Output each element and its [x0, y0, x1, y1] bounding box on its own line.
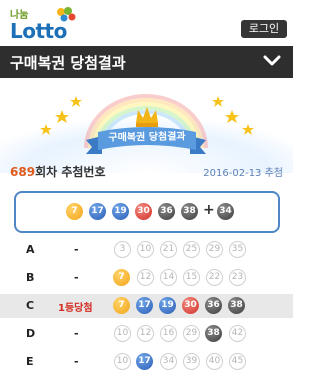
ticket-number: 42 [229, 325, 246, 342]
ticket-number-matched: 30 [182, 297, 199, 314]
ticket-number: 22 [206, 269, 223, 286]
lotto-logo[interactable]: 나눔 Lotto [10, 6, 80, 43]
winning-ball: 17 [89, 203, 106, 220]
winning-ball: 38 [181, 203, 198, 220]
ticket-number: 29 [183, 325, 200, 342]
clover-icon [57, 7, 76, 22]
ticket-number: 25 [183, 241, 200, 258]
draw-round-suffix: 회차 추첨번호 [35, 165, 106, 179]
ticket-row-d: D - 10 12 16 29 38 42 [0, 322, 293, 346]
ticket-label: A [26, 243, 35, 256]
ticket-number: 3 [114, 241, 131, 258]
winning-ball: 7 [66, 203, 83, 220]
ticket-number-matched: 7 [113, 297, 130, 314]
ticket-number: 12 [137, 325, 154, 342]
ticket-rank-winner: 1등당첨 [58, 303, 93, 314]
ticket-label: B [26, 271, 35, 284]
ticket-number-matched: 17 [136, 353, 153, 370]
ticket-number: 10 [137, 241, 154, 258]
ticket-number: 29 [206, 241, 223, 258]
ticket-number: 14 [160, 269, 177, 286]
ticket-number-matched: 7 [113, 269, 130, 286]
ticket-number: 45 [229, 353, 246, 370]
ticket-rank: - [74, 355, 79, 368]
ticket-row-b: B - 7 12 14 15 22 23 [0, 266, 293, 290]
ticket-number: 12 [137, 269, 154, 286]
winning-ball: 36 [158, 203, 175, 220]
ticket-number: 39 [183, 353, 200, 370]
ticket-number: 35 [229, 241, 246, 258]
winning-ball: 19 [112, 203, 129, 220]
ticket-number-matched: 38 [228, 297, 245, 314]
ticket-rank: - [74, 271, 79, 284]
chevron-down-icon[interactable] [263, 54, 281, 68]
page-title: 구매복권 당첨결과 [10, 54, 126, 72]
winning-ball: 30 [135, 203, 152, 220]
ticket-number: 34 [160, 353, 177, 370]
ticket-number: 15 [183, 269, 200, 286]
ticket-number: 10 [114, 353, 131, 370]
ticket-number: 10 [114, 325, 131, 342]
winning-numbers-box: 7 17 19 30 36 38 + 34 [14, 191, 280, 233]
ticket-number: 16 [160, 325, 177, 342]
ticket-number-matched: 17 [136, 297, 153, 314]
ticket-rank: - [74, 327, 79, 340]
ticket-label: D [26, 327, 36, 340]
draw-round: 689회차 추첨번호 [10, 163, 105, 180]
bonus-plus: + [203, 202, 215, 218]
draw-round-number: 689 [10, 165, 36, 179]
banner-caption: 구매복권 당첨결과 [108, 131, 186, 144]
ticket-label: E [26, 355, 34, 368]
ticket-number: 23 [229, 269, 246, 286]
ticket-label: C [26, 299, 35, 312]
top-bar: 나눔 Lotto 로그인 [0, 0, 293, 46]
logo-main-text: Lotto [10, 19, 67, 43]
ticket-row-e: E - 10 17 34 39 40 45 [0, 350, 293, 374]
bonus-ball: 34 [217, 203, 234, 220]
ticket-rank: - [74, 243, 79, 256]
ticket-number: 40 [206, 353, 223, 370]
title-bar: 구매복권 당첨결과 [0, 46, 293, 78]
ticket-number-matched: 19 [159, 297, 176, 314]
login-button[interactable]: 로그인 [241, 20, 287, 38]
result-banner [0, 78, 293, 173]
draw-date: 2016-02-13 추첨 [203, 168, 283, 179]
ticket-row-c: C 1등당첨 7 17 19 30 36 38 [0, 294, 293, 318]
ticket-number: 21 [160, 241, 177, 258]
ticket-number-matched: 38 [205, 325, 222, 342]
ticket-row-a: A - 3 10 21 25 29 35 [0, 238, 293, 262]
ticket-number-matched: 36 [205, 297, 222, 314]
